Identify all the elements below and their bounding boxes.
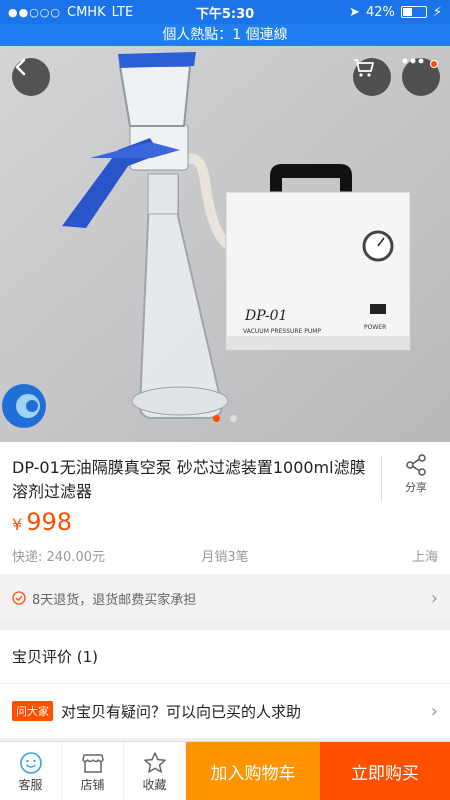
more-button[interactable] bbox=[402, 58, 440, 96]
reviews-row[interactable]: 宝贝评价 (1) bbox=[0, 630, 450, 684]
pump-sub-label: VACUUM PRESSURE PUMP bbox=[243, 328, 321, 335]
ship-location: 上海 bbox=[411, 550, 438, 565]
favorite-label: 收藏 bbox=[142, 777, 167, 792]
customer-service-button[interactable]: 客服 bbox=[0, 742, 62, 800]
add-to-cart-button[interactable]: 加入购物车 bbox=[186, 742, 320, 800]
chevron-right-icon: › bbox=[430, 587, 438, 609]
pump-model-label: DP-01 bbox=[244, 308, 287, 324]
bottom-action-bar: 客服 店铺 收藏 加入购物车 立即购买 bbox=[0, 741, 450, 800]
return-policy-text: 8天退货，退货邮费买家承担 bbox=[32, 592, 197, 608]
buy-now-button[interactable]: 立即购买 bbox=[320, 742, 450, 800]
ask-badge: 问大家 bbox=[12, 701, 53, 721]
service-label: 客服 bbox=[18, 777, 43, 792]
chevron-right-icon: › bbox=[430, 700, 438, 722]
return-policy-row[interactable]: 8天退货，退货邮费买家承担 › bbox=[0, 576, 450, 620]
currency-symbol: ¥ bbox=[12, 515, 23, 534]
product-title: DP-01无油隔膜真空泵 砂芯过滤装置1000ml滤膜溶剂过滤器 bbox=[12, 458, 366, 501]
shop-button[interactable]: 店铺 bbox=[62, 742, 124, 800]
carousel-dot[interactable] bbox=[213, 415, 220, 422]
ask-text: 对宝贝有疑问？可以向已买的人求助 bbox=[61, 702, 302, 721]
monthly-sales: 月销3笔 bbox=[201, 550, 249, 565]
location-icon: ➤ bbox=[349, 4, 360, 20]
product-image-gallery[interactable]: DP-01 VACUUM PRESSURE PUMP POWER bbox=[0, 46, 450, 442]
notification-dot bbox=[430, 60, 438, 68]
status-bar: ●●○○○ CMHK LTE 下午5:30 ➤ 42% ⚡ bbox=[0, 0, 450, 24]
battery-text: 42% bbox=[365, 4, 395, 20]
share-label: 分享 bbox=[405, 481, 427, 494]
power-label: POWER bbox=[364, 324, 386, 331]
network-type: LTE bbox=[111, 4, 134, 20]
carrier-name: CMHK bbox=[67, 4, 106, 20]
divider bbox=[381, 456, 382, 502]
back-arrow-icon bbox=[15, 58, 26, 76]
battery-fill bbox=[402, 8, 412, 16]
more-icon bbox=[402, 58, 424, 64]
product-info-card: DP-01无油隔膜真空泵 砂芯过滤装置1000ml滤膜溶剂过滤器 分享 ¥998… bbox=[0, 442, 450, 574]
carousel-indicator bbox=[0, 415, 450, 422]
share-icon bbox=[406, 454, 426, 476]
check-circle-icon bbox=[12, 591, 26, 605]
product-photo: DP-01 VACUUM PRESSURE PUMP POWER bbox=[0, 46, 450, 442]
back-button[interactable] bbox=[12, 58, 50, 96]
carousel-dot[interactable] bbox=[230, 415, 237, 422]
charging-icon: ⚡ bbox=[432, 4, 442, 20]
status-time: 下午5:30 bbox=[195, 6, 255, 22]
reviews-label: 宝贝评价 (1) bbox=[12, 648, 99, 666]
smile-icon bbox=[19, 751, 42, 774]
shop-label: 店铺 bbox=[80, 777, 105, 792]
hotspot-banner[interactable]: 個人熱點：1 個連線 bbox=[0, 24, 450, 46]
signal-indicator: ●●○○○ bbox=[8, 5, 61, 19]
cart-button[interactable] bbox=[353, 58, 391, 96]
battery-icon bbox=[400, 6, 427, 18]
product-price: ¥998 bbox=[12, 508, 72, 536]
share-button[interactable]: 分享 bbox=[394, 454, 438, 495]
product-meta: 快递: 240.00元 月销3笔 上海 bbox=[12, 546, 438, 565]
cart-icon bbox=[354, 59, 374, 77]
shipping-fee: 快递: 240.00元 bbox=[12, 550, 105, 565]
ask-row[interactable]: 问大家 对宝贝有疑问？可以向已买的人求助 › bbox=[0, 684, 450, 738]
favorite-button[interactable]: 收藏 bbox=[124, 742, 186, 800]
shop-icon bbox=[81, 753, 104, 773]
price-value: 998 bbox=[26, 508, 72, 536]
star-icon bbox=[143, 751, 166, 773]
